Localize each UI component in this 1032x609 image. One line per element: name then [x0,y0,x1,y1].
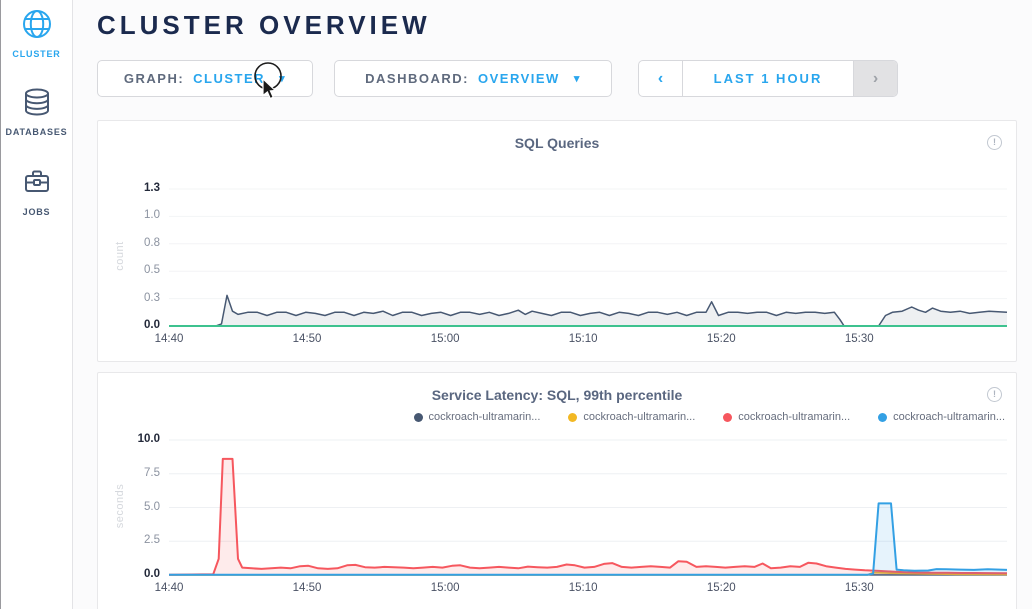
sidebar-item-label: DATABASES [6,127,68,137]
dashboard-dropdown-label: DASHBOARD: [365,71,469,86]
sidebar-item-label: JOBS [23,207,51,217]
sql-queries-chart-card: SQL Queries ! 1.31.00.80.50.30.014:4014:… [97,120,1017,362]
database-icon [21,86,53,118]
x-axis-tick: 14:50 [277,582,337,594]
sidebar: CLUSTER DATABASES JOBS [1,0,73,609]
chart-plot-area[interactable] [98,373,1016,609]
x-axis-tick: 15:30 [829,582,889,594]
chart-plot-area[interactable] [98,121,1016,361]
graph-dropdown-label: GRAPH: [124,71,184,86]
x-axis-tick: 15:30 [829,333,889,345]
time-range-label[interactable]: LAST 1 HOUR [683,61,853,96]
x-axis-tick: 14:40 [139,582,199,594]
x-axis-tick: 15:20 [691,333,751,345]
chevron-down-icon: ▾ [574,72,581,85]
time-range-selector: ‹ LAST 1 HOUR › [638,60,898,97]
x-axis-tick: 15:00 [415,582,475,594]
x-axis-tick: 15:00 [415,333,475,345]
dashboard-dropdown-value: OVERVIEW [478,71,560,86]
sidebar-item-databases[interactable]: DATABASES [1,86,72,140]
graph-dropdown[interactable]: GRAPH: CLUSTER ▾ [97,60,313,97]
series-area [169,503,1007,575]
x-axis-tick: 15:10 [553,333,613,345]
x-axis-tick: 15:20 [691,582,751,594]
globe-icon [21,8,53,40]
briefcase-icon [21,166,53,198]
sidebar-item-label: CLUSTER [12,49,60,59]
graph-dropdown-value: CLUSTER [193,71,265,86]
service-latency-chart-card: Service Latency: SQL, 99th percentile ! … [97,372,1017,609]
x-axis-tick: 14:40 [139,333,199,345]
y-axis-unit-label: count [114,206,126,306]
sidebar-item-jobs[interactable]: JOBS [1,166,72,220]
sidebar-item-cluster[interactable]: CLUSTER [1,8,72,62]
x-axis-tick: 15:10 [553,582,613,594]
time-range-prev-button[interactable]: ‹ [639,61,683,96]
chevron-left-icon: ‹ [658,70,663,88]
y-axis-unit-label: seconds [114,456,126,556]
x-axis-tick: 14:50 [277,333,337,345]
time-range-next-button[interactable]: › [853,61,897,96]
chevron-down-icon: ▾ [279,72,286,85]
chevron-right-icon: › [873,70,878,88]
page-title: CLUSTER OVERVIEW [97,10,431,41]
dashboard-dropdown[interactable]: DASHBOARD: OVERVIEW ▾ [334,60,612,97]
